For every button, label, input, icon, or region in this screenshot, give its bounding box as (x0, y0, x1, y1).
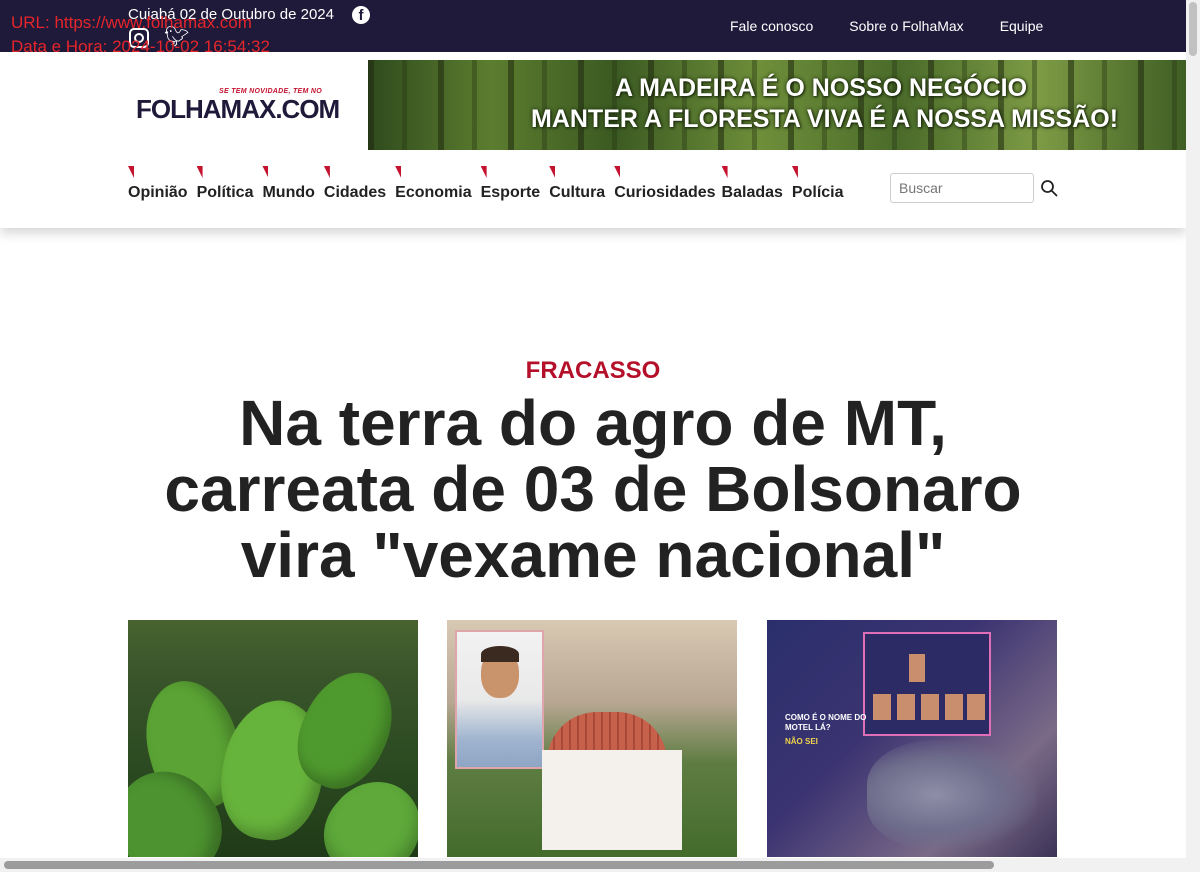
nav-label: Esporte (480, 184, 541, 201)
main-nav: Opinião Política Mundo Cidades Economia … (128, 164, 853, 202)
news-card-image-3[interactable]: COMO É O NOME DO MOTEL LÁ? NÃO SEI (767, 620, 1057, 857)
nav-item-curiosidades[interactable]: Curiosidades (614, 164, 716, 202)
nav-item-mundo[interactable]: Mundo (262, 164, 315, 202)
nav-label: Política (196, 184, 254, 201)
banner-line-2: MANTER A FLORESTA VIVA É A NOSSA MISSÃO! (531, 105, 1119, 133)
portrait-hair (481, 646, 519, 662)
ad-banner[interactable]: A MADEIRA É O NOSSO NEGÓCIO MANTER A FLO… (368, 60, 1186, 150)
portrait-photo (455, 630, 544, 769)
card3-caption-3: NÃO SEI (785, 737, 818, 746)
nav-label: Opinião (128, 184, 188, 201)
nav-label: Baladas (721, 184, 783, 201)
horizontal-scrollbar-thumb[interactable] (4, 861, 994, 869)
search-icon[interactable] (1040, 179, 1058, 197)
nav-item-economia[interactable]: Economia (395, 164, 472, 202)
card3-caption-1: COMO É O NOME DO (785, 713, 867, 722)
nav-item-baladas[interactable]: Baladas (721, 164, 783, 202)
nav-item-opiniao[interactable]: Opinião (128, 164, 188, 202)
contestant-photo (909, 654, 925, 682)
nav-label: Curiosidades (614, 184, 716, 201)
tv-panel (863, 632, 991, 736)
nav-label: Mundo (262, 184, 315, 201)
contestant-photo (945, 694, 963, 720)
overlay-url: URL: https://www.folhamax.com (11, 13, 252, 32)
contestant-photo (897, 694, 915, 720)
site-logo[interactable]: SE TEM NOVIDADE, TEM NO FOLHAMAX.COM (136, 88, 340, 124)
nav-item-esporte[interactable]: Esporte (480, 164, 541, 202)
article-headline[interactable]: Na terra do agro de MT, carreata de 03 d… (130, 390, 1056, 588)
overlay-datetime: Data e Hora: 2024-10-02 16:54:32 (11, 37, 270, 56)
nav-item-policia[interactable]: Polícia (791, 164, 844, 202)
banner-line-1: A MADEIRA É O NOSSO NEGÓCIO (615, 74, 1028, 102)
link-sobre[interactable]: Sobre o FolhaMax (849, 18, 963, 34)
contestant-photo (921, 694, 939, 720)
nav-item-cultura[interactable]: Cultura (549, 164, 605, 202)
nav-label: Economia (395, 184, 472, 201)
vertical-scrollbar-thumb[interactable] (1189, 2, 1197, 56)
link-equipe[interactable]: Equipe (1000, 18, 1044, 34)
blurred-image-area (867, 740, 1037, 850)
nav-label: Cidades (323, 184, 387, 201)
nav-item-politica[interactable]: Política (196, 164, 254, 202)
contestant-photo (873, 694, 891, 720)
horizontal-scrollbar[interactable] (0, 858, 1200, 872)
facebook-icon[interactable]: f (352, 6, 370, 24)
article-category[interactable]: FRACASSO (0, 357, 1186, 385)
vertical-scrollbar[interactable] (1186, 0, 1200, 858)
nav-label: Cultura (549, 184, 606, 201)
logo-text: FOLHAMAX.COM (136, 94, 340, 124)
top-links: Fale conosco Sobre o FolhaMax Equipe (730, 18, 1043, 34)
news-card-image-2[interactable] (447, 620, 737, 857)
site-header: SE TEM NOVIDADE, TEM NO FOLHAMAX.COM A M… (0, 52, 1186, 228)
nav-item-cidades[interactable]: Cidades (323, 164, 387, 202)
contestant-photo (967, 694, 985, 720)
link-fale-conosco[interactable]: Fale conosco (730, 18, 813, 34)
nav-label: Polícia (791, 184, 844, 201)
news-card-image-1[interactable] (128, 620, 418, 857)
card3-caption-2: MOTEL LÁ? (785, 723, 831, 732)
search-input[interactable] (890, 173, 1034, 203)
building (542, 750, 682, 850)
